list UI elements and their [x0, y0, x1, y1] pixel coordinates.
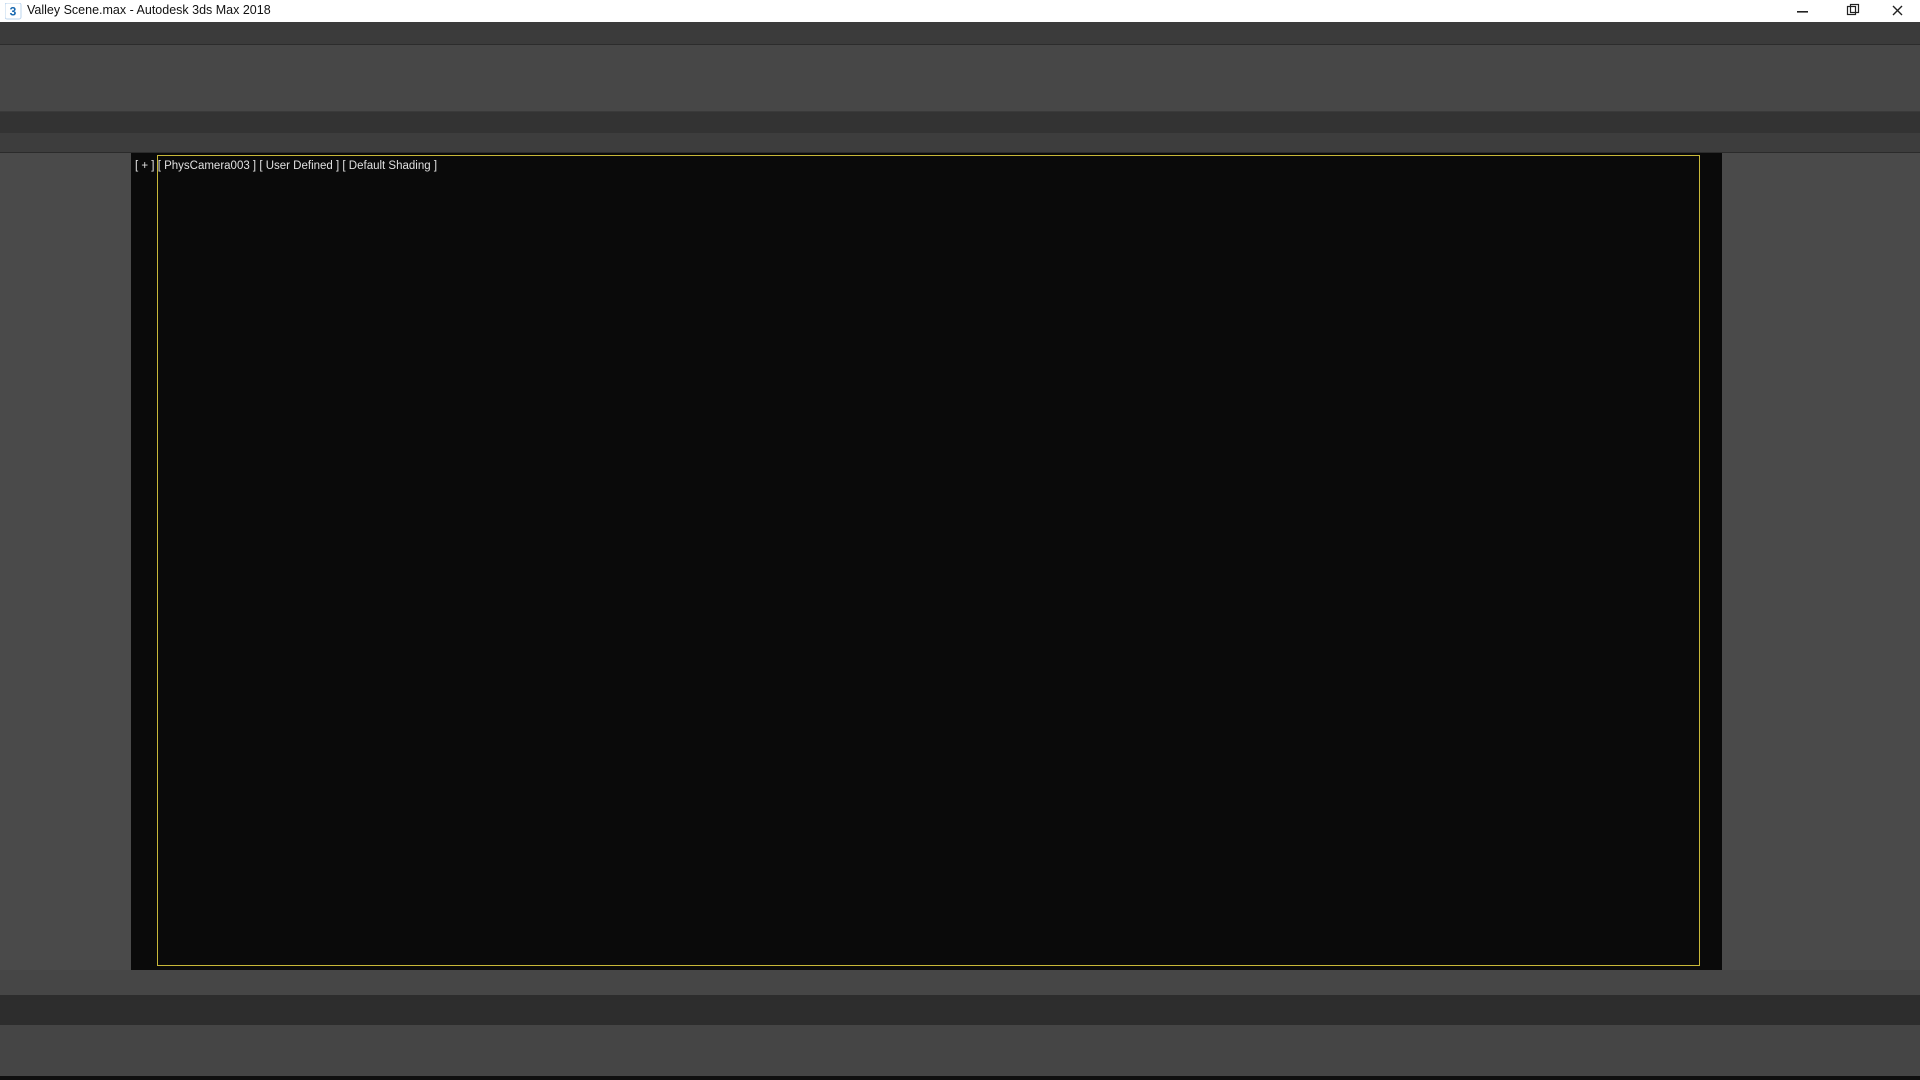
svg-text:3: 3: [10, 5, 17, 19]
